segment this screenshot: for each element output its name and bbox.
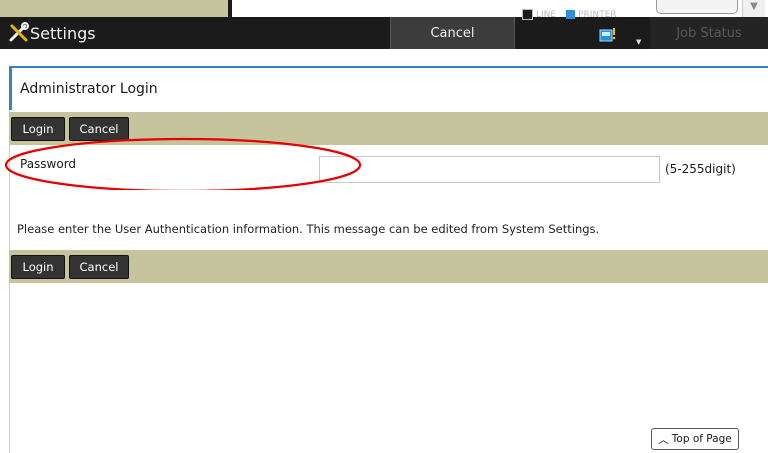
- page-title: Administrator Login: [9, 68, 768, 110]
- app-title: Settings: [30, 23, 96, 43]
- cancel-button[interactable]: Cancel: [69, 117, 129, 141]
- top-left-strip: [0, 0, 228, 17]
- printer-icon[interactable]: [598, 26, 618, 44]
- legend-printer-label: PRINTER: [578, 9, 617, 20]
- header-cancel-button[interactable]: Cancel: [390, 17, 515, 49]
- top-bar: ▼ Settings Cancel LINE PRINTER ▼ Job Sta…: [0, 0, 768, 49]
- legend-line-label: LINE: [536, 10, 557, 20]
- cancel-button-bottom[interactable]: Cancel: [69, 255, 129, 279]
- legend-line-swatch: [522, 9, 533, 20]
- legend-printer: PRINTER: [566, 9, 617, 20]
- top-button-bar: Login Cancel: [9, 112, 768, 145]
- bottom-button-bar: Login Cancel: [9, 250, 768, 283]
- legend-line: LINE: [522, 9, 556, 20]
- login-button-bottom[interactable]: Login: [11, 255, 65, 279]
- password-hint: (5-255digit): [665, 162, 736, 176]
- password-field[interactable]: [319, 156, 660, 183]
- password-label: Password: [20, 157, 77, 171]
- legend-printer-swatch: [566, 9, 576, 19]
- top-of-page-label: Top of Page: [671, 433, 732, 445]
- chevron-up-icon: ︿: [658, 433, 669, 446]
- settings-tools-icon: [9, 22, 29, 42]
- scroll-down-icon[interactable]: ▼: [742, 0, 765, 17]
- info-message: Please enter the User Authentication inf…: [17, 222, 600, 236]
- login-button[interactable]: Login: [11, 117, 65, 141]
- status-legend: LINE PRINTER: [522, 9, 617, 20]
- job-status-button[interactable]: Job Status: [650, 17, 768, 49]
- dropdown-arrow-icon[interactable]: ▼: [636, 38, 641, 46]
- top-strip-button[interactable]: [656, 0, 738, 14]
- top-of-page-button[interactable]: ︿ Top of Page: [651, 428, 739, 450]
